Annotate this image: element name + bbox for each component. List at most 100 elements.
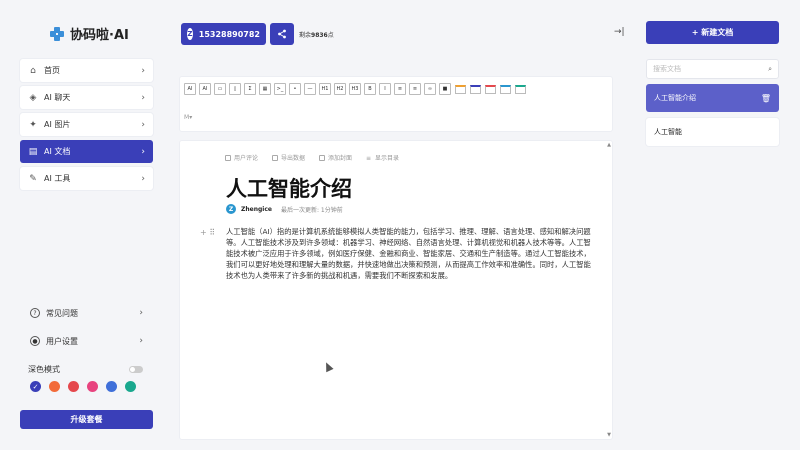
scroll-down-icon[interactable]: ▼ [607, 432, 611, 438]
toc-icon: ≡ [366, 154, 372, 162]
export-action[interactable]: 导出数据 [272, 153, 305, 162]
toolbar-button[interactable] [484, 83, 496, 95]
sidebar-item-home[interactable]: ⌂ 首页 › [20, 59, 153, 82]
theme-color-swatch[interactable] [125, 381, 136, 392]
toolbar-button[interactable]: B [364, 83, 376, 95]
toolbar-button[interactable]: ▦ [259, 83, 271, 95]
list-item[interactable]: 人工智能介绍 🗑 [646, 84, 779, 112]
toolbar-button[interactable]: I [379, 83, 391, 95]
upgrade-plan-button[interactable]: 升级套餐 [20, 410, 153, 429]
share-icon [278, 29, 286, 39]
sidebar: 协码啦·AI ⌂ 首页 › ◈ AI 聊天 › ✦ AI 图片 › ▤ AI 文… [0, 0, 168, 450]
author-line: Z Zhengice 最后一次更新: 1分钟前 [226, 204, 343, 214]
document-name: 人工智能介绍 [654, 94, 696, 102]
toolbar-button[interactable]: AI [199, 83, 211, 95]
document-list-panel: + 新建文档 ⌕ 人工智能介绍 🗑 人工智能 [634, 0, 800, 450]
chevron-right-icon: › [139, 336, 143, 346]
search-icon[interactable]: ⌕ [768, 65, 772, 74]
layers-icon: ◈ [29, 92, 37, 103]
toolbar-button[interactable]: >_ [274, 83, 286, 95]
list-item[interactable]: 人工智能 [646, 118, 779, 146]
sidebar-item-label: AI 聊天 [44, 93, 71, 102]
toolbar-button[interactable]: H2 [334, 83, 346, 95]
logo[interactable]: 协码啦·AI [50, 24, 129, 43]
document-list: 人工智能介绍 🗑 人工智能 [646, 84, 779, 152]
toolbar-button[interactable] [469, 83, 481, 95]
logo-icon [50, 26, 64, 41]
last-updated: 最后一次更新: 1分钟前 [280, 206, 343, 214]
chevron-right-icon: › [141, 173, 145, 184]
document-editor: ▲ 用户评论 导出数据 添加封面 ≡ 显示目录 人工智能介绍 Z Zhengice… [179, 140, 613, 440]
document-icon: ▤ [28, 146, 38, 157]
sidebar-item-label: AI 文档 [44, 147, 71, 156]
user-phone: 15328890782 [198, 29, 260, 39]
toolbar-button[interactable]: ≡ [409, 83, 421, 95]
user-settings-item[interactable]: ● 用户设置 › [20, 330, 153, 352]
chevron-right-icon: › [141, 92, 145, 103]
toolbar-button[interactable]: • [289, 83, 301, 95]
sidebar-item-ai-document[interactable]: ▤ AI 文档 › [20, 140, 153, 163]
author-name: Zhengice [241, 205, 272, 213]
user-account-button[interactable]: Z 15328890782 [181, 23, 266, 45]
toolbar-button[interactable] [454, 83, 466, 95]
toolbar-button[interactable]: ▭ [214, 83, 226, 95]
toolbar-button[interactable]: ■ [439, 83, 451, 95]
dark-mode-label: 深色模式 [28, 364, 60, 374]
theme-color-swatch[interactable] [106, 381, 117, 392]
wrench-icon: ✎ [29, 173, 37, 184]
add-cover-action[interactable]: 添加封面 [319, 153, 352, 162]
avatar: Z [226, 204, 236, 214]
document-title[interactable]: 人工智能介绍 [226, 173, 352, 203]
dark-mode-toggle[interactable] [129, 365, 143, 373]
sidebar-item-label: AI 工具 [44, 174, 71, 183]
collapse-panel-icon[interactable]: →| [614, 27, 625, 37]
block-drag-handle-icon[interactable]: + ⠿ [200, 228, 215, 237]
theme-color-selected[interactable]: ✓ [30, 381, 41, 392]
comments-action[interactable]: 用户评论 [225, 153, 258, 162]
toolbar-button[interactable]: ≡ [394, 83, 406, 95]
sidebar-item-ai-tools[interactable]: ✎ AI 工具 › [20, 167, 153, 190]
image-icon [319, 154, 326, 161]
toolbar-button[interactable]: — [304, 83, 316, 95]
toolbar-button[interactable]: H1 [319, 83, 331, 95]
document-body[interactable]: 人工智能（AI）指的是计算机系统能够模拟人类智能的能力，包括学习、推理、理解、语… [226, 226, 594, 281]
faq-item[interactable]: ? 常见问题 › [20, 302, 153, 324]
chevron-right-icon: › [141, 65, 145, 76]
toolbar-button[interactable] [514, 83, 526, 95]
editor-mode-button[interactable]: M ▾ [184, 111, 193, 123]
toolbar-button[interactable]: ▯ [229, 83, 241, 95]
remaining-points: 剩余9836点 [299, 32, 334, 39]
export-icon [272, 154, 279, 161]
show-toc-action[interactable]: ≡ 显示目录 [366, 153, 399, 163]
scroll-up-icon[interactable]: ▲ [607, 142, 611, 148]
chevron-right-icon: › [139, 308, 143, 318]
user-settings-label: 用户设置 [46, 336, 78, 346]
toolbar-button[interactable]: AI [184, 83, 196, 95]
theme-color-swatch[interactable] [49, 381, 60, 392]
sidebar-item-ai-chat[interactable]: ◈ AI 聊天 › [20, 86, 153, 109]
comment-icon [225, 154, 231, 161]
toolbar-button[interactable] [499, 83, 511, 95]
share-button[interactable] [270, 23, 294, 45]
chevron-right-icon: › [141, 119, 145, 130]
chevron-right-icon: › [141, 146, 145, 157]
sidebar-item-ai-image[interactable]: ✦ AI 图片 › [20, 113, 153, 136]
document-name: 人工智能 [654, 128, 682, 136]
sidebar-nav: ⌂ 首页 › ◈ AI 聊天 › ✦ AI 图片 › ▤ AI 文档 › ✎ A… [20, 59, 153, 194]
new-document-button[interactable]: + 新建文档 [646, 21, 779, 44]
logo-text: 协码啦·AI [70, 28, 129, 43]
toolbar-button[interactable]: ∞ [424, 83, 436, 95]
document-search: ⌕ [646, 59, 779, 79]
toolbar-button[interactable]: H3 [349, 83, 361, 95]
toolbar-button[interactable]: Σ [244, 83, 256, 95]
question-icon: ? [30, 308, 40, 318]
trash-icon[interactable]: 🗑 [761, 94, 771, 103]
theme-color-swatch[interactable] [68, 381, 79, 392]
search-input[interactable] [653, 65, 769, 73]
editor-toolbar: AI AI ▭ ▯ Σ ▦ >_ • — H1 H2 H3 B I ≡ ≡ ∞ ■ M ▾ [179, 76, 613, 132]
user-icon: ● [30, 336, 40, 346]
theme-color-swatch[interactable] [87, 381, 98, 392]
home-icon: ⌂ [30, 65, 36, 76]
editor-actions: 用户评论 导出数据 添加封面 ≡ 显示目录 [225, 153, 399, 162]
sidebar-bottom: ? 常见问题 › ● 用户设置 › 深色模式 [20, 302, 153, 386]
